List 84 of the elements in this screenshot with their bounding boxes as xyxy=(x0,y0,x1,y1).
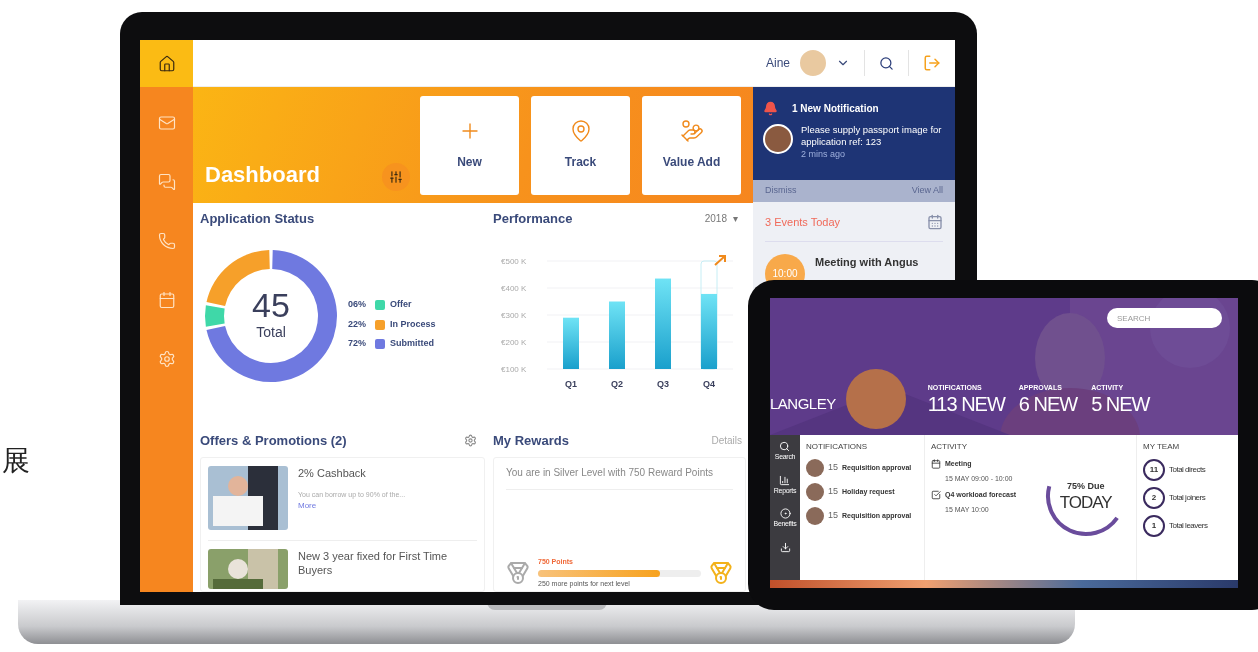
search-icon xyxy=(779,441,791,452)
day-number: 15 xyxy=(828,485,838,499)
action-tile[interactable]: New xyxy=(420,95,519,195)
axis-label: Q1 xyxy=(565,378,577,389)
legend-label: Offer xyxy=(390,298,412,312)
search-icon[interactable] xyxy=(879,55,894,71)
day-number: 15 xyxy=(828,509,838,523)
team-label: Total leavers xyxy=(1169,520,1208,532)
stat-value: 113 NEW xyxy=(927,393,1005,415)
team-label: Total joiners xyxy=(1169,492,1206,504)
calendar-icon xyxy=(157,290,176,309)
user-name: Aine xyxy=(765,55,790,72)
checkbox-icon xyxy=(931,490,941,500)
avatar xyxy=(806,507,824,525)
stat-value: 6 NEW xyxy=(1018,393,1078,415)
settings-icon[interactable] xyxy=(464,434,477,448)
legend-label: In Process xyxy=(390,317,436,331)
section-title: MY TEAM xyxy=(1143,441,1181,453)
chat-icon xyxy=(157,172,176,191)
logout-icon[interactable] xyxy=(923,54,941,72)
filter-button[interactable] xyxy=(382,163,410,191)
stat-value: 5 NEW xyxy=(1091,393,1150,415)
legend-percent: 22% xyxy=(348,317,367,331)
sliders-icon xyxy=(389,170,403,184)
events-heading: 3 Events Today xyxy=(765,215,840,230)
avatar xyxy=(806,483,824,501)
legend-label: Submitted xyxy=(390,337,434,351)
event-title: Meeting with Angus xyxy=(815,254,919,270)
offer-title: 2% Cashback xyxy=(298,465,367,480)
sidebar-item[interactable] xyxy=(140,40,193,87)
card-title: Offers & Promotions (2) xyxy=(200,432,347,450)
axis-label: €200 K xyxy=(501,337,527,347)
phone-icon xyxy=(157,231,176,250)
home-icon xyxy=(157,54,176,73)
section-title: NOTIFICATIONS xyxy=(806,441,869,453)
team-label: Total directs xyxy=(1169,464,1206,476)
more-link[interactable]: More xyxy=(298,500,448,512)
bar-chart-icon xyxy=(779,474,791,486)
axis-label: €300 K xyxy=(501,310,527,320)
total-label: Total xyxy=(256,323,286,342)
notification-message: Please supply passport image for application ref: 123 xyxy=(801,124,943,148)
medal-icon xyxy=(506,561,530,585)
due-label: 75% Due xyxy=(1066,480,1105,494)
rewards-message: You are in Silver Level with 750 Reward Points xyxy=(506,465,733,490)
calendar-icon xyxy=(931,459,941,469)
axis-label: Q4 xyxy=(703,378,715,389)
target-icon xyxy=(779,508,791,519)
axis-label: Q3 xyxy=(657,378,669,389)
calendar-icon[interactable] xyxy=(927,214,943,231)
settings-icon xyxy=(157,349,176,368)
due-day: TODAY xyxy=(1059,493,1112,512)
notification-heading: 1 New Notification xyxy=(792,102,879,116)
axis-label: Q2 xyxy=(611,378,623,389)
mail-icon xyxy=(157,113,176,132)
card-title: Performance xyxy=(493,210,573,228)
bar xyxy=(563,317,579,369)
year-dropdown[interactable]: 2018 ▾ xyxy=(704,211,738,227)
download-icon xyxy=(779,541,791,553)
search-field[interactable]: SEARCH xyxy=(1107,308,1222,328)
card-title: Application Status xyxy=(200,210,316,228)
card-title: My Rewards xyxy=(493,432,569,450)
avatar xyxy=(806,459,824,477)
day-number: 15 xyxy=(828,461,838,475)
axis-label: €500 K xyxy=(501,256,527,266)
legend-percent: 72% xyxy=(348,337,367,351)
axis-label: €100 K xyxy=(501,364,527,374)
avatar xyxy=(763,124,793,154)
legend-percent: 06% xyxy=(348,298,367,312)
hand-icon xyxy=(679,119,704,143)
trend-arrow-icon xyxy=(714,254,726,266)
action-tile[interactable]: Track xyxy=(531,95,630,195)
user-name: LANGLEY xyxy=(770,393,836,414)
offer-title: New 3 year fixed for First Time Buyers xyxy=(298,548,448,577)
total-value: 45 xyxy=(252,288,290,322)
medal-icon xyxy=(709,561,733,585)
section-title: ACTIVITY xyxy=(931,441,968,453)
action-tile[interactable]: Value Add xyxy=(642,95,741,195)
bar xyxy=(609,301,625,369)
page-title: Dashboard xyxy=(205,161,320,189)
notification-time: 2 mins ago xyxy=(801,148,847,161)
bell-icon xyxy=(763,101,778,116)
side-character: 展 xyxy=(2,444,30,478)
nav-item[interactable] xyxy=(779,541,791,553)
axis-label: €400 K xyxy=(501,283,527,293)
